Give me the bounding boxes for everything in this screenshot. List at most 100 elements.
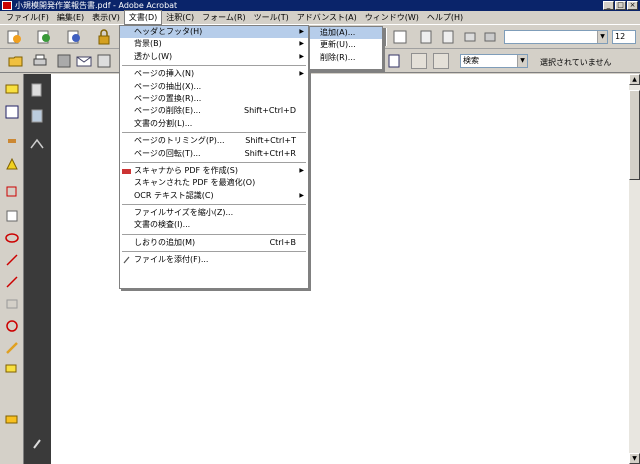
paperclip-icon: [123, 256, 130, 264]
window-controls: _ □ ×: [603, 1, 638, 10]
menu-item-watermark[interactable]: 透かし(W) ▶: [120, 51, 308, 63]
scroll-down-icon[interactable]: ▼: [629, 453, 640, 464]
organizer-icon[interactable]: [96, 53, 112, 69]
highlight-text-icon[interactable]: [482, 29, 498, 45]
acrobat-app-icon[interactable]: [2, 1, 12, 10]
menu-forms[interactable]: フォーム(R): [198, 11, 250, 24]
menu-item-delete-pages[interactable]: ページの削除(E)... Shift+Ctrl+D: [120, 105, 308, 117]
font-size-value: 12: [615, 32, 626, 41]
stamp-icon[interactable]: [4, 130, 20, 146]
highlighter-icon[interactable]: [4, 156, 20, 172]
close-button[interactable]: ×: [627, 1, 638, 10]
arrow-tool-icon[interactable]: [4, 252, 20, 268]
maximize-button[interactable]: □: [615, 1, 626, 10]
rectangle-tool-icon[interactable]: [4, 296, 20, 312]
fit-page-icon[interactable]: [386, 53, 402, 69]
page-layout-icon[interactable]: [440, 29, 456, 45]
menu-separator: [122, 233, 306, 235]
menu-item-examine-document[interactable]: 文書の検査(I)...: [120, 219, 308, 231]
menu-item-optimize-scanned[interactable]: スキャンされた PDF を最適化(O): [120, 177, 308, 189]
chevron-down-icon[interactable]: ▼: [517, 55, 527, 67]
menu-item-reduce-file-size[interactable]: ファイルサイズを縮小(Z)...: [120, 207, 308, 219]
comments-panel-icon[interactable]: [4, 412, 20, 428]
menu-item-insert-pages[interactable]: ページの挿入(N) ▶: [120, 68, 308, 80]
menu-item-background[interactable]: 背景(B) ▶: [120, 38, 308, 50]
text-edit-icon[interactable]: [4, 104, 20, 120]
menu-window[interactable]: ウィンドウ(W): [361, 11, 423, 24]
toolbar-separator: [385, 28, 387, 46]
callout-icon[interactable]: [4, 184, 20, 200]
menu-bar: ファイル(F) 編集(E) 表示(V) 文書(D) 注釈(C) フォーム(R) …: [0, 10, 640, 25]
search-input[interactable]: 検索 ▼: [460, 54, 528, 68]
attachments-panel-icon[interactable]: [29, 436, 45, 452]
header-footer-submenu: 追加(A)... 更新(U)... 削除(R)...: [309, 26, 383, 70]
menu-item-header-footer[interactable]: ヘッダとフッタ(H) ▶: [120, 26, 308, 39]
cloud-icon[interactable]: [4, 230, 20, 246]
pencil-icon[interactable]: [4, 340, 20, 356]
search-value: 検索: [463, 56, 479, 65]
oval-tool-icon[interactable]: [4, 318, 20, 334]
menu-separator: [122, 132, 306, 134]
menu-file[interactable]: ファイル(F): [2, 11, 53, 24]
continuous-page-button[interactable]: [433, 53, 449, 69]
menu-comments[interactable]: 注釈(C): [162, 11, 198, 24]
menu-edit[interactable]: 編集(E): [53, 11, 88, 24]
line-tool-icon[interactable]: [4, 274, 20, 290]
submenu-arrow-icon: ▶: [299, 70, 304, 78]
menu-item-ocr[interactable]: OCR テキスト認識(C) ▶: [120, 190, 308, 202]
submenu-item-add[interactable]: 追加(A)...: [310, 27, 382, 40]
print-icon[interactable]: [32, 53, 48, 69]
menu-tools[interactable]: ツール(T): [250, 11, 293, 24]
pages-panel-icon[interactable]: [29, 82, 45, 98]
document-menu: ヘッダとフッタ(H) ▶ 背景(B) ▶ 透かし(W) ▶ ページの挿入(N) ▶ ペー…: [119, 25, 309, 289]
chevron-down-icon[interactable]: ▼: [597, 31, 607, 43]
title-bar: 小規模開発作業報告書.pdf - Adobe Acrobat _ □ ×: [0, 0, 640, 11]
open-folder-icon[interactable]: [8, 53, 24, 69]
menu-item-add-bookmark[interactable]: しおりの追加(M) Ctrl+B: [120, 237, 308, 249]
scanner-icon: [122, 168, 131, 174]
menu-separator: [122, 65, 306, 67]
menu-help[interactable]: ヘルプ(H): [423, 11, 467, 24]
secure-lock-icon[interactable]: [96, 29, 112, 45]
menu-item-extract-pages[interactable]: ページの抽出(X)...: [120, 81, 308, 93]
zoom-tool-icon[interactable]: [392, 29, 408, 45]
submenu-item-update[interactable]: 更新(U)...: [310, 39, 382, 51]
menu-item-split-document[interactable]: 文書の分割(L)...: [120, 118, 308, 130]
menu-item-replace-pages[interactable]: ページの置換(R)...: [120, 93, 308, 105]
font-size-combo[interactable]: 12: [612, 30, 636, 44]
selection-status: 選択されていません: [540, 58, 612, 67]
submenu-arrow-icon: ▶: [299, 52, 304, 60]
create-pdf-icon[interactable]: [6, 29, 22, 45]
minimize-button[interactable]: _: [603, 1, 614, 10]
menu-item-attach-file[interactable]: ファイルを添付(F)...: [120, 254, 308, 266]
menu-item-crop-pages[interactable]: ページのトリミング(P)... Shift+Ctrl+T: [120, 135, 308, 147]
save-icon[interactable]: [56, 53, 72, 69]
page-icon[interactable]: [418, 29, 434, 45]
navigation-panel: [24, 74, 51, 464]
scroll-up-icon[interactable]: ▲: [629, 74, 640, 85]
menu-item-rotate-pages[interactable]: ページの回転(T)... Shift+Ctrl+R: [120, 148, 308, 160]
menu-item-scan-to-pdf[interactable]: スキャナから PDF を作成(S) ▶: [120, 165, 308, 177]
rotate-icon[interactable]: [462, 29, 478, 45]
menu-advanced[interactable]: アドバンスト(A): [293, 11, 361, 24]
signatures-panel-icon[interactable]: [29, 136, 45, 152]
submenu-item-remove[interactable]: 削除(R)...: [310, 52, 382, 64]
comment-note-icon[interactable]: [4, 82, 20, 98]
tools-sidebar: [0, 74, 24, 464]
single-page-button[interactable]: [411, 53, 427, 69]
scroll-thumb[interactable]: [629, 90, 640, 180]
menu-view[interactable]: 表示(V): [88, 11, 124, 24]
submenu-arrow-icon: ▶: [299, 28, 304, 35]
zoom-combo[interactable]: ▼: [504, 30, 608, 44]
menu-separator: [122, 161, 306, 163]
submenu-arrow-icon: ▶: [299, 191, 304, 199]
vertical-scrollbar[interactable]: ▲ ▼: [629, 74, 640, 464]
menu-document[interactable]: 文書(D): [123, 10, 163, 25]
email-icon[interactable]: [76, 53, 92, 69]
menu-separator: [122, 251, 306, 253]
text-box-icon[interactable]: [4, 208, 20, 224]
bookmarks-panel-icon[interactable]: [29, 108, 45, 124]
show-comments-icon[interactable]: [4, 362, 20, 378]
export-icon[interactable]: [66, 29, 82, 45]
combine-files-icon[interactable]: [36, 29, 52, 45]
